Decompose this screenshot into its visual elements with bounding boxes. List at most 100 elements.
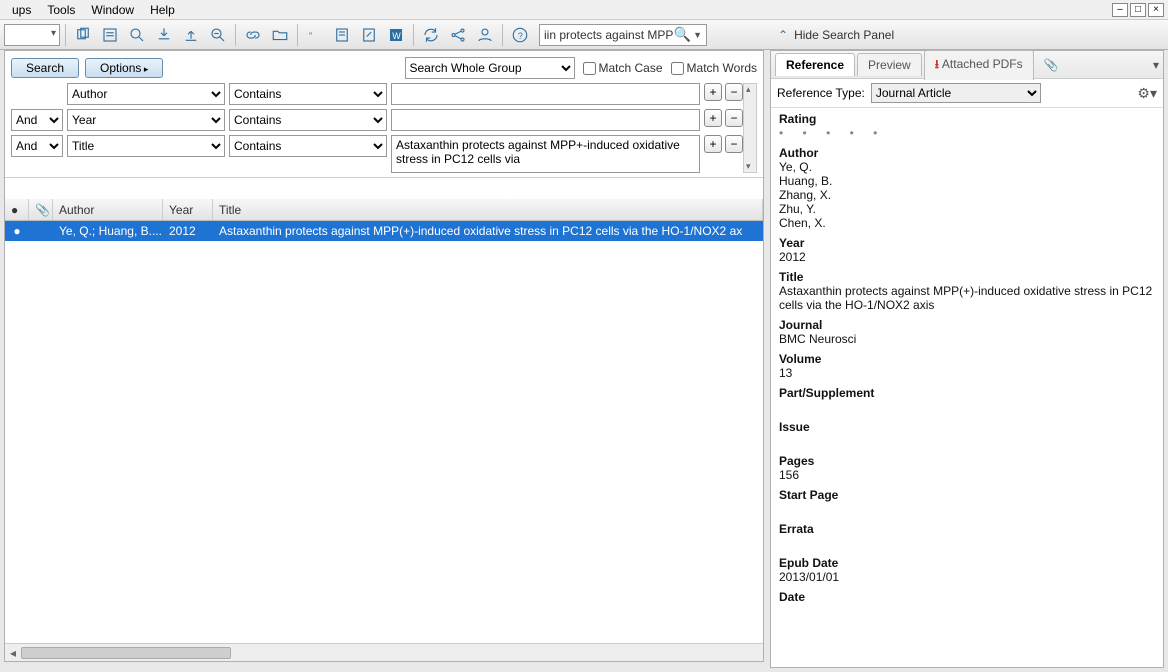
minimize-button[interactable]: – <box>1112 3 1128 17</box>
operator-select[interactable]: Contains <box>229 135 387 157</box>
issue-label: Issue <box>779 420 1155 434</box>
pages-label: Pages <box>779 454 1155 468</box>
author-value[interactable]: Zhang, X. <box>779 188 1155 202</box>
options-button[interactable]: Options <box>85 58 163 78</box>
search-rows-scrollbar[interactable] <box>743 83 757 173</box>
sync-icon[interactable] <box>419 23 443 47</box>
pages-value[interactable]: 156 <box>779 468 1155 482</box>
panel-menu-icon[interactable]: ▾ <box>1153 58 1159 72</box>
horizontal-scrollbar[interactable]: ◂ <box>5 643 763 661</box>
remove-row-button[interactable]: − <box>725 135 743 153</box>
search-value-input[interactable] <box>391 83 700 105</box>
open-folder-icon[interactable] <box>268 23 292 47</box>
search-button[interactable]: Search <box>11 58 79 78</box>
link-icon[interactable] <box>241 23 265 47</box>
hide-search-panel-bar[interactable]: ⌃ Hide Search Panel <box>770 20 1168 50</box>
year-cell: 2012 <box>163 224 213 238</box>
author-label: Author <box>779 146 1155 160</box>
read-status-column[interactable]: ● <box>5 199 29 220</box>
close-button[interactable]: × <box>1148 3 1164 17</box>
quick-search-box[interactable]: iin protects against MPP+ 🔍 ▼ <box>539 24 707 46</box>
menu-tools[interactable]: Tools <box>39 1 83 19</box>
attachment-column[interactable]: 📎 <box>29 199 53 220</box>
search-value-input[interactable]: Astaxanthin protects against MPP+-induce… <box>391 135 700 173</box>
date-label: Date <box>779 590 1155 604</box>
bool-select[interactable]: And <box>11 109 63 131</box>
search-row: Author Contains +− <box>11 83 743 105</box>
reference-fields[interactable]: Rating • • • • • Author Ye, Q. Huang, B.… <box>771 108 1163 667</box>
search-area: Search Options Search Whole Group Match … <box>5 51 763 178</box>
tab-attached-pdfs[interactable]: ⭳Attached PDFs <box>924 50 1034 80</box>
author-value[interactable]: Zhu, Y. <box>779 202 1155 216</box>
svg-text:W: W <box>392 30 401 40</box>
window-controls: – □ × <box>1112 3 1164 17</box>
rating-label: Rating <box>779 112 1155 126</box>
epub-label: Epub Date <box>779 556 1155 570</box>
remove-row-button[interactable]: − <box>725 83 743 101</box>
author-value[interactable]: Huang, B. <box>779 174 1155 188</box>
epub-value[interactable]: 2013/01/01 <box>779 570 1155 584</box>
attachment-icon[interactable]: 📎 <box>1044 58 1059 72</box>
match-words-checkbox[interactable]: Match Words <box>671 61 757 75</box>
tab-reference[interactable]: Reference <box>775 53 855 76</box>
find-fulltext-icon[interactable] <box>206 23 230 47</box>
field-select[interactable]: Author <box>67 83 225 105</box>
word-icon[interactable]: W <box>384 23 408 47</box>
search-value-input[interactable] <box>391 109 700 131</box>
edit-citation-icon[interactable] <box>357 23 381 47</box>
add-row-button[interactable]: + <box>704 83 722 101</box>
read-status-icon: ● <box>5 224 29 238</box>
rating-stars[interactable]: • • • • • <box>779 126 1155 140</box>
volume-value[interactable]: 13 <box>779 366 1155 380</box>
title-column[interactable]: Title <box>213 199 763 220</box>
copy-icon[interactable] <box>71 23 95 47</box>
add-row-button[interactable]: + <box>704 135 722 153</box>
journal-label: Journal <box>779 318 1155 332</box>
person-icon[interactable] <box>473 23 497 47</box>
field-select[interactable]: Title <box>67 135 225 157</box>
reference-type-select[interactable]: Journal Article <box>871 83 1041 103</box>
year-value[interactable]: 2012 <box>779 250 1155 264</box>
maximize-button[interactable]: □ <box>1130 3 1146 17</box>
operator-select[interactable]: Contains <box>229 83 387 105</box>
search-scope-select[interactable]: Search Whole Group <box>405 57 575 79</box>
operator-select[interactable]: Contains <box>229 109 387 131</box>
year-column[interactable]: Year <box>163 199 213 220</box>
format-icon[interactable] <box>330 23 354 47</box>
gear-icon[interactable]: ⚙▾ <box>1137 85 1157 102</box>
add-row-button[interactable]: + <box>704 109 722 127</box>
journal-value[interactable]: BMC Neurosci <box>779 332 1155 346</box>
reference-type-row: Reference Type: Journal Article ⚙▾ <box>771 79 1163 108</box>
menu-window[interactable]: Window <box>83 1 142 19</box>
help-icon[interactable]: ? <box>508 23 532 47</box>
author-value[interactable]: Chen, X. <box>779 216 1155 230</box>
chevron-down-icon[interactable]: ▼ <box>691 30 702 40</box>
title-value[interactable]: Astaxanthin protects against MPP(+)-indu… <box>779 284 1155 312</box>
share-icon[interactable] <box>446 23 470 47</box>
remove-row-button[interactable]: − <box>725 109 743 127</box>
bool-select[interactable]: And <box>11 135 63 157</box>
svg-text:?: ? <box>518 30 523 40</box>
result-row[interactable]: ● Ye, Q.; Huang, B.... 2012 Astaxanthin … <box>5 221 763 241</box>
tab-preview[interactable]: Preview <box>857 53 922 76</box>
pdf-icon: ⭳ <box>935 57 939 71</box>
match-case-checkbox[interactable]: Match Case <box>583 61 663 75</box>
menu-help[interactable]: Help <box>142 1 183 19</box>
author-value[interactable]: Ye, Q. <box>779 160 1155 174</box>
style-combo[interactable] <box>4 24 60 46</box>
insert-citation-icon[interactable]: ” <box>303 23 327 47</box>
export-icon[interactable] <box>179 23 203 47</box>
menu-bar: ups Tools Window Help – □ × <box>0 0 1168 20</box>
menu-groups[interactable]: ups <box>4 1 39 19</box>
import-icon[interactable] <box>152 23 176 47</box>
errata-label: Errata <box>779 522 1155 536</box>
search-row: And Title Contains Astaxanthin protects … <box>11 135 743 173</box>
field-select[interactable]: Year <box>67 109 225 131</box>
reference-panel: Reference Preview ⭳Attached PDFs 📎 ▾ Ref… <box>770 50 1164 668</box>
list-icon[interactable] <box>98 23 122 47</box>
volume-label: Volume <box>779 352 1155 366</box>
search-online-icon[interactable] <box>125 23 149 47</box>
author-column[interactable]: Author <box>53 199 163 220</box>
year-label: Year <box>779 236 1155 250</box>
magnifier-icon[interactable]: 🔍 <box>674 26 691 43</box>
